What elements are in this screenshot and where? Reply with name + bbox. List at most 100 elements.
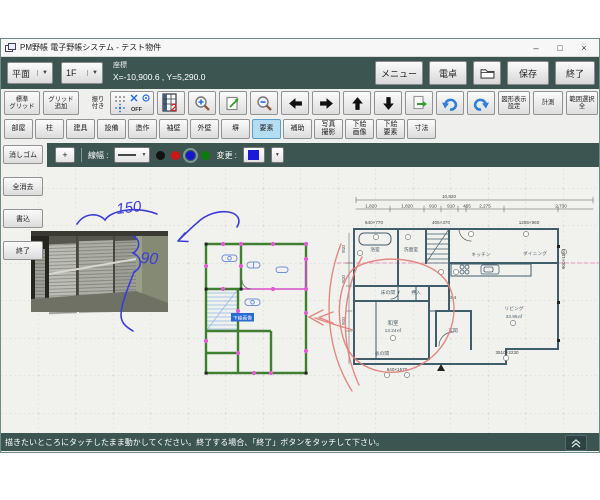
tab-fittings[interactable]: 建具 bbox=[66, 119, 95, 139]
plan-dim: 2,275 bbox=[479, 204, 491, 209]
linewidth-label: 線幅 : bbox=[88, 150, 108, 161]
app-icon bbox=[5, 43, 16, 53]
window-dim: 640×770 bbox=[365, 220, 383, 225]
calculator-button[interactable]: 電卓 bbox=[429, 61, 467, 85]
menu-button[interactable]: メニュー bbox=[375, 61, 423, 85]
window-dim: 405×370 bbox=[432, 220, 450, 225]
color-swatch-select[interactable] bbox=[243, 147, 265, 163]
pen-sidebar: 消しゴム 全消去 書込 終了 bbox=[3, 145, 43, 260]
redo-button[interactable] bbox=[467, 91, 495, 115]
status-bar: 描きたいところにタッチしたまま動かしてください。終了する場合、「終了」ボタンをタ… bbox=[1, 433, 599, 451]
quit-button[interactable]: 終了 bbox=[555, 61, 595, 85]
chevron-up-icon bbox=[571, 439, 581, 448]
line-sample-icon bbox=[118, 153, 136, 157]
up-arrow-icon bbox=[350, 96, 365, 111]
tab-underlay-element[interactable]: 下絵 要素 bbox=[376, 119, 405, 139]
move-down-button[interactable] bbox=[374, 91, 402, 115]
color-dot-black[interactable] bbox=[156, 151, 165, 160]
move-left-button[interactable] bbox=[281, 91, 309, 115]
swatch-dropdown-button[interactable]: ▼ bbox=[271, 147, 284, 163]
room-area: 33.95㎡ bbox=[506, 313, 523, 320]
room-label: 押入 bbox=[411, 289, 421, 296]
folder-icon bbox=[480, 67, 495, 79]
screen: PM野帳 電子野帳システム - テスト物件 – □ × 平面▼ 1F▼ 座標 X… bbox=[0, 0, 600, 500]
chevron-down-icon: ▼ bbox=[87, 70, 98, 76]
save-button[interactable]: 保存 bbox=[507, 61, 549, 85]
cross-snap-icon bbox=[131, 95, 137, 101]
chevron-down-icon: ▼ bbox=[142, 152, 147, 158]
undo-icon bbox=[441, 95, 459, 112]
tab-equipment[interactable]: 設備 bbox=[97, 119, 126, 139]
tab-exterior-wall[interactable]: 外壁 bbox=[190, 119, 219, 139]
tab-auxiliary[interactable]: 補助 bbox=[283, 119, 312, 139]
undo-button[interactable] bbox=[436, 91, 464, 115]
plan-dim: 900×1160 bbox=[561, 248, 566, 269]
tab-pillar[interactable]: 柱 bbox=[35, 119, 64, 139]
clear-all-button[interactable]: 全消去 bbox=[3, 177, 43, 196]
chevron-down-icon: ▼ bbox=[37, 70, 48, 76]
draw-options-bar: + 線幅 : ▼ 変更 : ▼ bbox=[1, 143, 599, 167]
left-arrow-icon bbox=[288, 96, 303, 111]
tab-photo[interactable]: 写真 撮影 bbox=[314, 119, 343, 139]
plan-dim: 910 bbox=[447, 204, 455, 209]
tab-element[interactable]: 要素 bbox=[252, 119, 281, 139]
standard-grid-button[interactable]: 標準 グリッド bbox=[4, 91, 40, 115]
add-button[interactable]: + bbox=[55, 147, 75, 163]
collapse-button[interactable] bbox=[565, 435, 587, 451]
category-tabs: 部屋 柱 建具 設備 造作 袖壁 外壁 塀 要素 補助 写真 撮影 下絵 画像 … bbox=[1, 117, 599, 143]
write-button[interactable]: 書込 bbox=[3, 209, 43, 228]
top-toolbar: 平面▼ 1F▼ 座標 X=-10,900.6 , Y=5,290.0 メニュー … bbox=[1, 57, 599, 89]
pan-button[interactable] bbox=[219, 91, 247, 115]
tab-dimension[interactable]: 寸法 bbox=[407, 119, 436, 139]
chevron-down-icon: ▼ bbox=[275, 152, 280, 158]
folder-button[interactable] bbox=[473, 61, 501, 85]
color-dot-red[interactable] bbox=[171, 151, 180, 160]
maximize-button[interactable]: □ bbox=[549, 41, 571, 55]
color-dot-blue[interactable] bbox=[186, 151, 195, 160]
finish-button[interactable]: 終了 bbox=[3, 241, 43, 260]
tab-underlay-image[interactable]: 下絵 画像 bbox=[345, 119, 374, 139]
snap-toggle-button[interactable]: OFF bbox=[110, 91, 154, 115]
plan-dim: 455 bbox=[463, 204, 471, 209]
linewidth-select[interactable]: ▼ bbox=[114, 147, 150, 163]
drawing-canvas[interactable]: 10,920 1,820 1,820 910 910 455 2,275 2,7… bbox=[1, 167, 599, 433]
status-message: 描きたいところにタッチしたまま動かしてください。終了する場合、「終了」ボタンをタ… bbox=[5, 437, 384, 448]
close-button[interactable]: × bbox=[573, 41, 595, 55]
paste-button[interactable] bbox=[405, 91, 433, 115]
app-window: PM野帳 電子野帳システム - テスト物件 – □ × 平面▼ 1F▼ 座標 X… bbox=[0, 38, 600, 453]
snap-off-label: OFF bbox=[131, 107, 143, 113]
color-dot-green[interactable] bbox=[201, 151, 210, 160]
coordinate-panel: 座標 X=-10,900.6 , Y=5,290.0 bbox=[113, 60, 205, 82]
measure-button[interactable]: 計測 bbox=[533, 91, 563, 115]
photo-annotation[interactable] bbox=[31, 231, 168, 314]
shape-display-button[interactable]: 図形表示 設定 bbox=[498, 91, 530, 115]
select-all-button[interactable]: 範囲選択 全 bbox=[566, 91, 598, 115]
color-swatch bbox=[248, 150, 259, 160]
grid-scale-button[interactable]: 2 bbox=[157, 91, 185, 115]
minimize-button[interactable]: – bbox=[525, 41, 547, 55]
room-label: 洗面室 bbox=[404, 246, 419, 253]
move-right-button[interactable] bbox=[312, 91, 340, 115]
move-up-button[interactable] bbox=[343, 91, 371, 115]
canvas-graphics: 10,920 1,820 1,820 910 910 455 2,275 2,7… bbox=[1, 167, 599, 433]
point-snap-icon bbox=[115, 104, 125, 113]
tab-wing-wall[interactable]: 袖壁 bbox=[159, 119, 188, 139]
change-label: 変更 : bbox=[216, 150, 236, 161]
zoom-in-button[interactable] bbox=[188, 91, 216, 115]
room-label: 板の間 bbox=[375, 350, 390, 357]
coordinate-label: 座標 bbox=[113, 60, 205, 70]
room-label: 床の間 bbox=[381, 289, 396, 296]
add-grid-button[interactable]: グリッド 追加 bbox=[43, 91, 79, 115]
zoom-out-button[interactable] bbox=[250, 91, 278, 115]
document-arrow-icon bbox=[411, 95, 428, 112]
tab-fence[interactable]: 塀 bbox=[221, 119, 250, 139]
tab-fixture[interactable]: 造作 bbox=[128, 119, 157, 139]
magnifier-plus-icon bbox=[194, 95, 211, 112]
window-title: PM野帳 電子野帳システム - テスト物件 bbox=[20, 42, 525, 53]
floor-select[interactable]: 1F▼ bbox=[61, 62, 103, 84]
eraser-button[interactable]: 消しゴム bbox=[3, 145, 43, 164]
tab-room[interactable]: 部屋 bbox=[4, 119, 33, 139]
room-label: ダイニング bbox=[523, 250, 547, 257]
view-select[interactable]: 平面▼ bbox=[7, 62, 53, 84]
window-dim: 1255×960 bbox=[519, 220, 540, 225]
